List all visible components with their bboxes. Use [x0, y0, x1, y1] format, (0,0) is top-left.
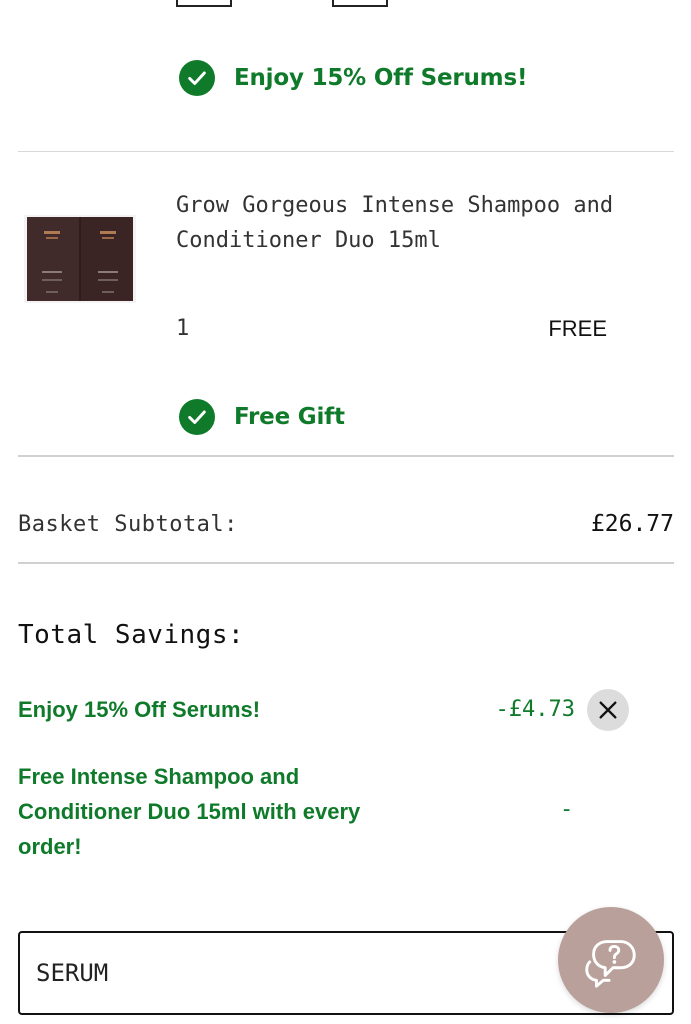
product-image[interactable]: [24, 215, 136, 303]
previous-item-quantity-decrease[interactable]: [176, 0, 232, 7]
basket-subtotal-label: Basket Subtotal:: [18, 512, 238, 537]
promo-text: Enjoy 15% Off Serums!: [234, 65, 528, 91]
saving-item-value: -£4.73: [495, 697, 575, 722]
check-circle-icon: [179, 60, 215, 96]
product-price: FREE: [548, 316, 607, 341]
saving-item-value: -: [560, 797, 574, 822]
previous-item-quantity-increase[interactable]: [332, 0, 388, 7]
remove-discount-button[interactable]: [587, 689, 629, 731]
saving-item-label: Free Intense Shampoo and Conditioner Duo…: [18, 764, 361, 859]
promo-applied-row: Enjoy 15% Off Serums!: [179, 60, 527, 96]
free-gift-row: Free Gift: [179, 399, 345, 435]
help-chat-button[interactable]: [558, 907, 664, 1013]
check-circle-icon: [179, 399, 215, 435]
help-chat-icon: [585, 940, 636, 988]
close-icon: [599, 701, 617, 719]
divider: [18, 455, 674, 457]
basket-subtotal-value: £26.77: [590, 511, 674, 537]
free-gift-badge: Free Gift: [234, 404, 345, 430]
product-name[interactable]: Grow Gorgeous Intense Shampoo and Condit…: [176, 188, 646, 258]
total-savings-heading: Total Savings:: [18, 620, 245, 650]
divider: [18, 562, 674, 564]
product-quantity: 1: [176, 316, 190, 341]
divider: [18, 151, 674, 152]
saving-item-label: Enjoy 15% Off Serums!: [18, 697, 261, 722]
